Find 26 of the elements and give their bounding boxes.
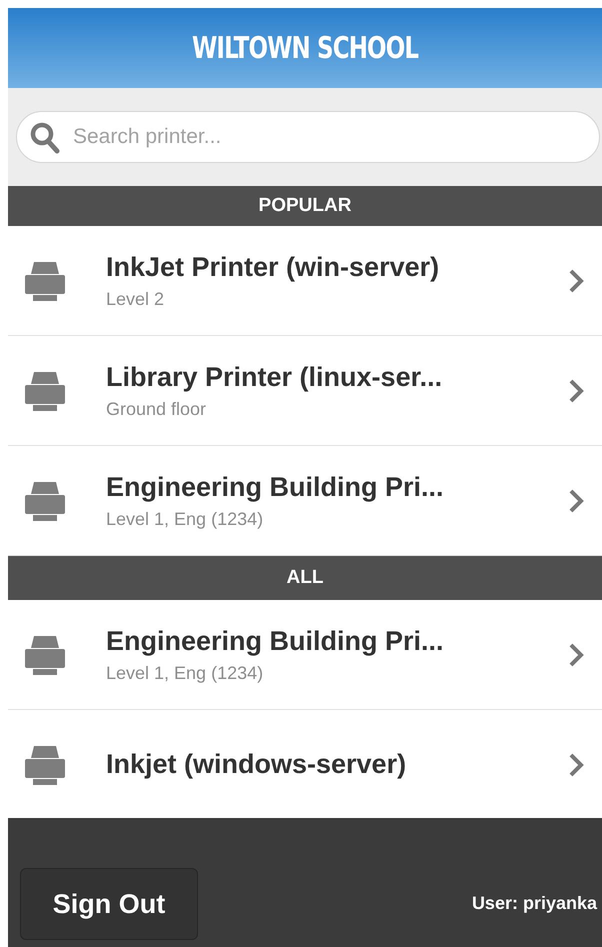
app-title: WILTOWN SCHOOL [192,30,418,66]
printer-name: Engineering Building Pri... [106,626,445,656]
user-label: User: priyanka [472,893,597,914]
chevron-right-icon [568,268,584,294]
printer-location: Level 2 [106,288,166,310]
search-field[interactable]: Search printer... [16,111,600,163]
sign-out-button[interactable]: Sign Out [20,868,198,940]
search-icon [30,122,60,154]
printer-icon [24,480,66,522]
printer-name: Engineering Building Pri... [106,472,445,502]
printer-name: InkJet Printer (win-server) [106,252,440,282]
chevron-right-icon [568,378,584,404]
printer-location: Level 1, Eng (1234) [106,662,264,684]
printer-icon [24,370,66,412]
chevron-right-icon [568,752,584,778]
printer-name: Inkjet (windows-server) [106,749,408,780]
printer-icon [24,260,66,302]
printer-icon [24,634,66,676]
printer-location: Ground floor [106,398,208,420]
section-header: POPULAR [8,186,602,226]
section-header: ALL [8,556,602,600]
printer-icon [24,744,66,786]
chevron-right-icon [568,642,584,668]
printer-name: Library Printer (linux-ser... [106,362,444,392]
printer-location: Level 1, Eng (1234) [106,508,264,530]
chevron-right-icon [568,488,584,514]
